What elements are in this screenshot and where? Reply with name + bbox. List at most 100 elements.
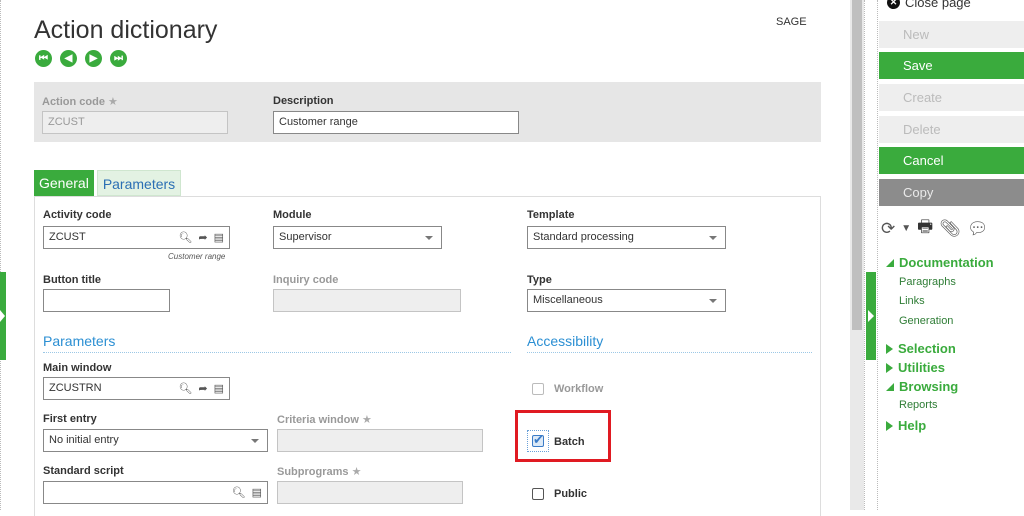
menu-selection-label: Selection [898,341,956,356]
inquiry-code-field [273,289,461,312]
menu-item-reports[interactable]: Reports [899,399,938,411]
parameters-divider [43,352,511,353]
details-icon[interactable]: ▤ [252,486,262,499]
jump-icon[interactable]: ➦ [198,382,207,395]
type-value: Miscellaneous [533,294,603,306]
record-navigation: ⏮ ◀ ▶ ⏭ [35,50,127,67]
menu-selection[interactable]: Selection [886,341,956,356]
close-page-button[interactable]: ✕ Close page [887,0,971,10]
comment-icon[interactable]: 💬︎ [967,219,989,239]
menu-documentation[interactable]: Documentation [886,255,994,270]
accessibility-divider [527,352,812,353]
public-label: Public [554,488,588,500]
action-code-label: Action code ★ [42,96,118,108]
cancel-button[interactable]: Cancel [879,147,1024,174]
tab-bar: General Parameters [34,170,182,196]
template-label: Template [527,209,575,221]
tab-general[interactable]: General [34,170,94,196]
user-name: SAGE [776,16,807,28]
button-title-field[interactable] [43,289,170,312]
scrollbar-thumb[interactable] [852,0,862,330]
standard-script-label: Standard script [43,465,124,477]
accessibility-section-title: Accessibility [527,333,604,349]
menu-utilities-label: Utilities [898,360,945,375]
activity-code-field[interactable]: ZCUST 🔍︎ ➦ ▤ [43,226,230,249]
last-record-icon[interactable]: ⏭ [110,50,127,67]
activity-code-value: ZCUST [49,231,86,243]
first-entry-label: First entry [43,413,97,425]
workflow-checkbox[interactable] [532,383,544,395]
module-select[interactable]: Supervisor [273,226,442,249]
menu-documentation-label: Documentation [899,255,994,270]
create-button[interactable]: Create [879,84,1024,111]
first-record-icon[interactable]: ⏮ [35,50,52,67]
main-window-field[interactable]: ZCUSTRN 🔍︎ ➦ ▤ [43,377,230,400]
public-checkbox[interactable] [532,488,544,500]
panel-separator [864,0,878,510]
activity-code-label: Activity code [43,209,112,221]
right-collapse-handle[interactable] [866,272,876,360]
search-icon[interactable]: 🔍︎ [178,382,192,395]
chevron-down-icon [709,236,717,240]
main-window-value: ZCUSTRN [49,382,102,394]
module-label: Module [273,209,312,221]
template-select[interactable]: Standard processing [527,226,726,249]
copy-button[interactable]: Copy [879,179,1024,206]
parameters-section-title: Parameters [43,333,116,349]
template-value: Standard processing [533,231,634,243]
description-field[interactable]: Customer range [273,111,519,134]
subprograms-field [277,481,463,504]
menu-item-links[interactable]: Links [899,295,925,307]
menu-item-paragraphs[interactable]: Paragraphs [899,276,956,288]
action-code-field: ZCUST [42,111,228,134]
details-icon[interactable]: ▤ [214,231,224,244]
tab-parameters[interactable]: Parameters [96,170,182,196]
type-select[interactable]: Miscellaneous [527,289,726,312]
criteria-window-field [277,429,483,452]
dropdown-caret-icon[interactable]: ▼ [901,223,911,234]
menu-browsing[interactable]: Browsing [886,379,958,394]
print-icon[interactable]: 🖶 [917,214,933,243]
menu-utilities[interactable]: Utilities [886,360,945,375]
menu-help[interactable]: Help [886,418,926,433]
criteria-window-label: Criteria window ★ [277,414,372,426]
batch-label: Batch [554,436,585,448]
first-entry-select[interactable]: No initial entry [43,429,268,452]
collapsed-arrow-icon [886,362,893,373]
activity-code-hint: Customer range [168,252,226,261]
collapsed-arrow-icon [886,343,893,354]
close-icon: ✕ [887,0,900,9]
search-icon[interactable]: 🔍︎ [232,486,246,499]
previous-record-icon[interactable]: ◀ [60,50,77,67]
chevron-down-icon [251,439,259,443]
subprograms-label: Subprograms ★ [277,466,362,478]
refresh-icon[interactable]: ⟳ [881,219,895,239]
expand-arrow-icon [868,310,874,322]
chevron-down-icon [425,236,433,240]
menu-item-generation[interactable]: Generation [899,315,953,327]
details-icon[interactable]: ▤ [214,382,224,395]
search-icon[interactable]: 🔍︎ [178,231,192,244]
new-button[interactable]: New [879,21,1024,48]
expanded-arrow-icon [886,258,894,267]
batch-checkbox[interactable] [532,432,544,448]
toolbar: ⟳ ▼ 🖶 📎︎ 💬︎ [881,214,988,243]
close-page-label: Close page [905,0,971,10]
attachment-icon[interactable]: 📎︎ [939,219,961,239]
left-collapse-handle[interactable] [0,272,6,360]
type-label: Type [527,274,552,286]
chevron-down-icon [709,299,717,303]
workflow-label: Workflow [554,383,604,395]
main-window-label: Main window [43,362,112,374]
page-title: Action dictionary [34,16,218,44]
collapsed-arrow-icon [886,420,893,431]
delete-button[interactable]: Delete [879,116,1024,143]
save-button[interactable]: Save [879,52,1024,79]
jump-icon[interactable]: ➦ [198,231,207,244]
first-entry-value: No initial entry [49,434,119,446]
next-record-icon[interactable]: ▶ [85,50,102,67]
button-title-label: Button title [43,274,102,286]
inquiry-code-label: Inquiry code [273,274,339,286]
description-label: Description [273,95,334,107]
standard-script-field[interactable]: 🔍︎ ▤ [43,481,268,504]
